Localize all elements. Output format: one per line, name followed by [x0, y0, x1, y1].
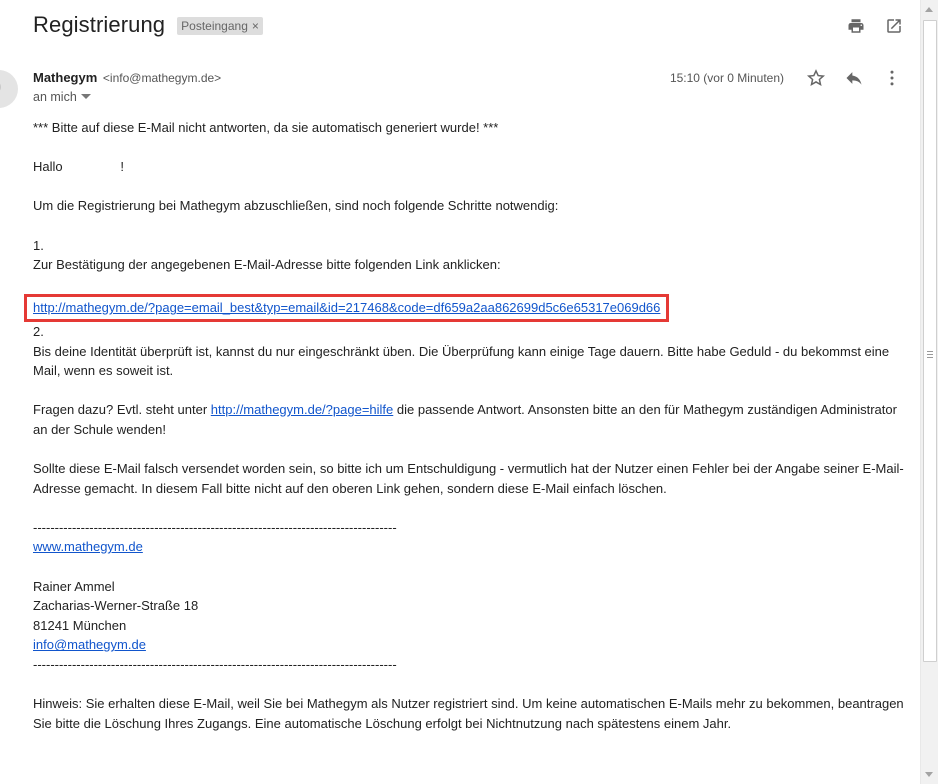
- more-options-button[interactable]: [882, 68, 902, 88]
- message-time: 15:10 (vor 0 Minuten): [669, 71, 784, 85]
- recipient-label: an mich: [33, 90, 77, 104]
- more-vert-icon: [890, 70, 894, 86]
- sender-email: <info@mathegym.de>: [102, 71, 222, 85]
- step1-number: 1.: [33, 237, 44, 253]
- signature-street: Zacharias-Werner-Straße 18: [33, 598, 199, 614]
- sender-name[interactable]: Mathegym: [33, 70, 97, 85]
- scrollbar[interactable]: [920, 0, 938, 784]
- contact-email-link[interactable]: info@mathegym.de: [33, 637, 146, 652]
- label-chip-text: Posteingang: [181, 19, 248, 33]
- label-chip[interactable]: Posteingang ×: [177, 17, 263, 35]
- confirm-link-row: http://mathegym.de/?page=email_best&typ=…: [24, 294, 905, 322]
- reply-button[interactable]: [844, 68, 864, 88]
- confirm-link-highlight: http://mathegym.de/?page=email_best&typ=…: [24, 294, 670, 322]
- intro-text: Um die Registrierung bei Mathegym abzusc…: [33, 198, 559, 214]
- unsubscribe-notice: Hinweis: Sie erhalten diese E-Mail, weil…: [33, 696, 904, 731]
- print-icon: [848, 19, 864, 33]
- step2-number: 2.: [33, 323, 44, 339]
- scroll-down-arrow[interactable]: [925, 772, 933, 777]
- confirm-link[interactable]: http://mathegym.de/?page=email_best&typ=…: [33, 300, 660, 315]
- scroll-grip: [927, 351, 933, 360]
- subject-row: Registrierung Posteingang ×: [33, 12, 263, 38]
- print-button[interactable]: [846, 16, 866, 36]
- message-actions: [806, 68, 902, 88]
- top-actions: [846, 16, 904, 36]
- signature-name: Rainer Ammel: [33, 578, 115, 594]
- signature-city: 81241 München: [33, 617, 127, 633]
- label-remove-button[interactable]: ×: [252, 19, 259, 33]
- chevron-down-icon: [80, 94, 91, 99]
- star-icon: [806, 69, 826, 86]
- questions-text: Fragen dazu? Evtl. steht unter http://ma…: [33, 402, 897, 437]
- help-link[interactable]: http://mathegym.de/?page=hilfe: [211, 402, 393, 417]
- email-subject: Registrierung: [33, 12, 166, 37]
- website-link[interactable]: www.mathegym.de: [33, 539, 143, 554]
- no-reply-notice: *** Bitte auf diese E-Mail nicht antwort…: [33, 120, 499, 135]
- step1-text: Zur Bestätigung der angegebenen E-Mail-A…: [33, 257, 501, 273]
- open-new-window-button[interactable]: [884, 16, 904, 36]
- separator-top: ----------------------------------------…: [33, 519, 397, 535]
- greeting: Hallo !: [33, 159, 125, 175]
- wrong-mail-text: Sollte diese E-Mail falsch versendet wor…: [33, 461, 904, 496]
- recipient-dropdown[interactable]: an mich: [33, 90, 91, 104]
- open-in-new-icon: [887, 19, 901, 33]
- separator-bottom: ----------------------------------------…: [33, 657, 397, 673]
- email-body: *** Bitte auf diese E-Mail nicht antwort…: [24, 118, 905, 733]
- sender-row: Mathegym <info@mathegym.de>: [33, 70, 221, 85]
- scroll-up-arrow[interactable]: [925, 7, 933, 12]
- scroll-thumb[interactable]: [923, 20, 937, 662]
- star-button[interactable]: [806, 68, 826, 88]
- step2-text: Bis deine Identität überprüft ist, kanns…: [33, 343, 890, 379]
- reply-icon: [846, 72, 862, 85]
- avatar[interactable]: [0, 70, 18, 108]
